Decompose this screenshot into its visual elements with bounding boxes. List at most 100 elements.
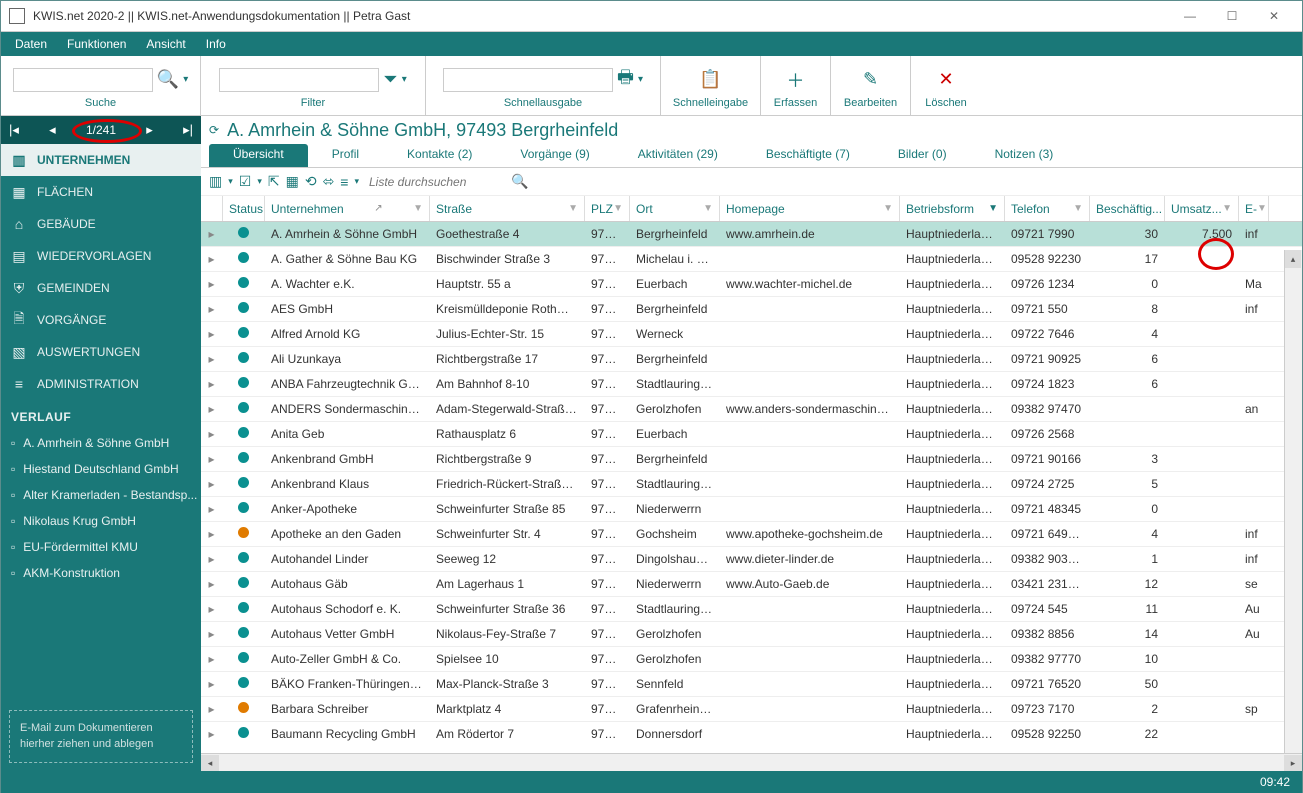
col-header-3[interactable]: PLZ▼ bbox=[585, 196, 630, 221]
sidebar-item-auswertungen[interactable]: ▧AUSWERTUNGEN bbox=[1, 336, 201, 368]
row-expander[interactable]: ▸ bbox=[201, 324, 223, 344]
row-expander[interactable]: ▸ bbox=[201, 399, 223, 419]
col-header-1[interactable]: Unternehmen↗▼ bbox=[265, 196, 430, 221]
table-row[interactable]: ▸Autohaus Vetter GmbHNikolaus-Fey-Straße… bbox=[201, 622, 1302, 647]
row-expander[interactable]: ▸ bbox=[201, 474, 223, 494]
history-item[interactable]: ▫Nikolaus Krug GmbH bbox=[1, 508, 201, 534]
delete-label[interactable]: Löschen bbox=[925, 97, 967, 109]
tab-7[interactable]: Notizen (3) bbox=[971, 144, 1078, 167]
row-expander[interactable]: ▸ bbox=[201, 349, 223, 369]
row-expander[interactable]: ▸ bbox=[201, 424, 223, 444]
vertical-scrollbar[interactable]: ▴ ▾ bbox=[1284, 250, 1302, 753]
tab-0[interactable]: Übersicht bbox=[209, 144, 308, 167]
plus-icon[interactable]: ＋ bbox=[787, 67, 805, 93]
table-row[interactable]: ▸Auto-Zeller GmbH & Co.Spielsee 1097447G… bbox=[201, 647, 1302, 672]
menu-ansicht[interactable]: Ansicht bbox=[136, 35, 195, 53]
nav-last-button[interactable]: ▸| bbox=[183, 122, 193, 138]
sidebar-item-administration[interactable]: ≡ADMINISTRATION bbox=[1, 368, 201, 400]
row-expander[interactable]: ▸ bbox=[201, 449, 223, 469]
row-expander[interactable]: ▸ bbox=[201, 299, 223, 319]
row-expander[interactable]: ▸ bbox=[201, 524, 223, 544]
email-dropzone[interactable]: E-Mail zum Dokumentieren hierher ziehen … bbox=[9, 710, 193, 763]
edit-icon[interactable]: ✎ bbox=[863, 69, 878, 90]
col-header-6[interactable]: Betriebsform▼ bbox=[900, 196, 1005, 221]
table-row[interactable]: ▸Autohandel LinderSeeweg 1297497Dingolsh… bbox=[201, 547, 1302, 572]
row-expander[interactable]: ▸ bbox=[201, 699, 223, 719]
quickout-dropdown-icon[interactable]: ▾ bbox=[638, 74, 643, 85]
table-row[interactable]: ▸Baumann Recycling GmbHAm Rödertor 79749… bbox=[201, 722, 1302, 742]
col-header-8[interactable]: Beschäftig...▼ bbox=[1090, 196, 1165, 221]
close-button[interactable]: ✕ bbox=[1254, 4, 1294, 28]
filter-icon[interactable]: ▼ bbox=[413, 203, 423, 214]
expand-icon[interactable]: ⬄ bbox=[323, 173, 335, 190]
layout-icon[interactable]: ▥ bbox=[209, 173, 222, 190]
row-expander[interactable]: ▸ bbox=[201, 574, 223, 594]
row-expander[interactable]: ▸ bbox=[201, 674, 223, 694]
nav-prev-button[interactable]: ◂ bbox=[49, 122, 56, 138]
filter-icon[interactable]: ▼ bbox=[1222, 203, 1232, 214]
history-item[interactable]: ▫Hiestand Deutschland GmbH bbox=[1, 456, 201, 482]
sidebar-item-flächen[interactable]: ▦FLÄCHEN bbox=[1, 176, 201, 208]
table-row[interactable]: ▸A. Wachter e.K.Hauptstr. 55 a97502Euerb… bbox=[201, 272, 1302, 297]
list-icon[interactable]: ≡ bbox=[340, 174, 348, 190]
filter-input[interactable] bbox=[219, 68, 379, 92]
menu-funktionen[interactable]: Funktionen bbox=[57, 35, 136, 53]
row-expander[interactable]: ▸ bbox=[201, 599, 223, 619]
minimize-button[interactable]: — bbox=[1170, 4, 1210, 28]
scroll-right-icon[interactable]: ▸ bbox=[1284, 755, 1302, 771]
sidebar-item-gemeinden[interactable]: ⛨GEMEINDEN bbox=[1, 272, 201, 304]
quickout-input[interactable] bbox=[443, 68, 613, 92]
tab-4[interactable]: Aktivitäten (29) bbox=[614, 144, 742, 167]
col-header-0[interactable]: Status▼ bbox=[223, 196, 265, 221]
col-header-7[interactable]: Telefon▼ bbox=[1005, 196, 1090, 221]
table-row[interactable]: ▸Autohaus Schodorf e. K.Schweinfurter St… bbox=[201, 597, 1302, 622]
tab-1[interactable]: Profil bbox=[308, 144, 383, 167]
nav-first-button[interactable]: |◂ bbox=[9, 122, 19, 138]
table-row[interactable]: ▸ANBA Fahrzeugtechnik GmbHAm Bahnhof 8-1… bbox=[201, 372, 1302, 397]
filter-icon[interactable]: ▼ bbox=[883, 203, 893, 214]
delete-icon[interactable]: ✕ bbox=[938, 69, 953, 90]
history-item[interactable]: ▫EU-Fördermittel KMU bbox=[1, 534, 201, 560]
filter-icon[interactable]: ▼ bbox=[1257, 203, 1267, 214]
edit-label[interactable]: Bearbeiten bbox=[844, 97, 897, 109]
filter-icon[interactable]: ▼ bbox=[988, 203, 998, 214]
horizontal-scrollbar[interactable]: ◂ ▸ bbox=[201, 753, 1302, 771]
nav-next-button[interactable]: ▸ bbox=[146, 122, 153, 138]
reload-icon[interactable]: ⟲ bbox=[305, 173, 317, 190]
table-row[interactable]: ▸A. Gather & Söhne Bau KGBischwinder Str… bbox=[201, 247, 1302, 272]
row-expander[interactable]: ▸ bbox=[201, 499, 223, 519]
sidebar-item-vorgänge[interactable]: 🗎VORGÄNGE bbox=[1, 304, 201, 336]
table-row[interactable]: ▸AES GmbHKreismülldeponie Rothmüh...9749… bbox=[201, 297, 1302, 322]
table-row[interactable]: ▸Alfred Arnold KGJulius-Echter-Str. 1597… bbox=[201, 322, 1302, 347]
col-header-10[interactable]: E-▼ bbox=[1239, 196, 1269, 221]
col-header-5[interactable]: Homepage▼ bbox=[720, 196, 900, 221]
table-row[interactable]: ▸Apotheke an den GadenSchweinfurter Str.… bbox=[201, 522, 1302, 547]
table-row[interactable]: ▸ANDERS Sondermaschinen...Adam-Stegerwal… bbox=[201, 397, 1302, 422]
row-expander[interactable]: ▸ bbox=[201, 649, 223, 669]
col-header-2[interactable]: Straße▼ bbox=[430, 196, 585, 221]
maximize-button[interactable]: ☐ bbox=[1212, 4, 1252, 28]
col-header-9[interactable]: Umsatz...▼ bbox=[1165, 196, 1239, 221]
tab-5[interactable]: Beschäftigte (7) bbox=[742, 144, 874, 167]
table-row[interactable]: ▸A. Amrhein & Söhne GmbHGoethestraße 497… bbox=[201, 222, 1302, 247]
row-expander[interactable]: ▸ bbox=[201, 374, 223, 394]
search-icon[interactable]: 🔍 bbox=[157, 69, 179, 90]
search-dropdown-icon[interactable]: ▾ bbox=[183, 74, 188, 85]
table-row[interactable]: ▸Autohaus GäbAm Lagerhaus 197464Niederwe… bbox=[201, 572, 1302, 597]
grid-icon[interactable]: ▦ bbox=[286, 173, 299, 190]
print-icon[interactable]: 🖶 bbox=[617, 65, 634, 95]
table-row[interactable]: ▸BÄKO Franken-Thüringen Bä...Max-Planck-… bbox=[201, 672, 1302, 697]
menu-info[interactable]: Info bbox=[196, 35, 236, 53]
table-row[interactable]: ▸Ali UzunkayaRichtbergstraße 1797493Berg… bbox=[201, 347, 1302, 372]
table-row[interactable]: ▸Anker-ApothekeSchweinfurter Straße 8597… bbox=[201, 497, 1302, 522]
filter-icon[interactable]: ▼ bbox=[613, 203, 623, 214]
sidebar-item-wiedervorlagen[interactable]: ▤WIEDERVORLAGEN bbox=[1, 240, 201, 272]
tab-6[interactable]: Bilder (0) bbox=[874, 144, 971, 167]
export-icon[interactable]: ⇱ bbox=[268, 173, 280, 190]
table-row[interactable]: ▸Anita GebRathausplatz 697502EuerbachHau… bbox=[201, 422, 1302, 447]
history-item[interactable]: ▫A. Amrhein & Söhne GmbH bbox=[1, 430, 201, 456]
filter-icon[interactable]: ▼ bbox=[1073, 203, 1083, 214]
scroll-up-icon[interactable]: ▴ bbox=[1285, 250, 1301, 268]
row-expander[interactable]: ▸ bbox=[201, 274, 223, 294]
quickin-icon[interactable]: 📋 bbox=[699, 69, 721, 90]
